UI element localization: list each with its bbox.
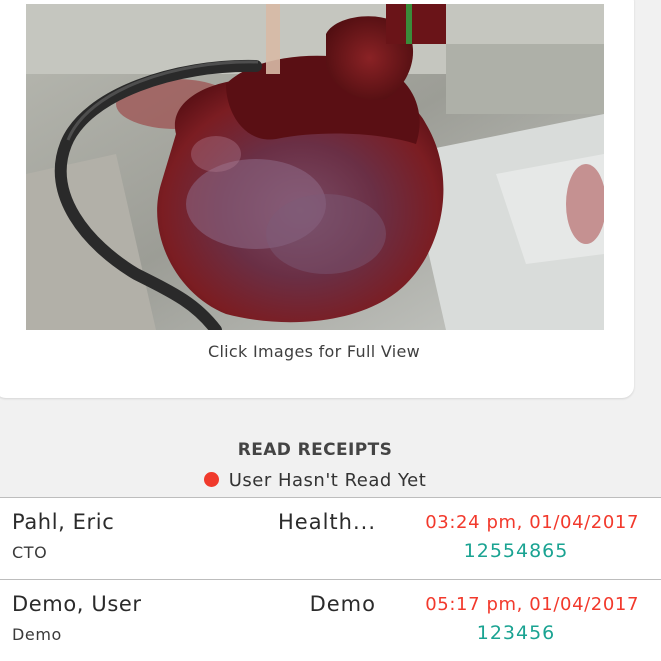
read-receipts-heading: READ RECEIPTS bbox=[237, 440, 393, 460]
read-timestamp: 05:17 pm, 01/04/2017 bbox=[425, 594, 639, 615]
recipient-name: Demo, User bbox=[12, 592, 142, 616]
receipt-row[interactable]: Pahl, Eric CTO Health... 03:24 pm, 01/04… bbox=[0, 497, 661, 580]
recipient-id: 123456 bbox=[476, 622, 556, 644]
recipient-department: Health... bbox=[278, 510, 376, 534]
recipient-name: Pahl, Eric bbox=[12, 510, 115, 534]
recipient-title: Demo bbox=[12, 625, 62, 644]
recipient-department: Demo bbox=[309, 592, 376, 616]
image-card: Click Images for Full View bbox=[0, 0, 634, 398]
message-detail-screen: Click Images for Full View READ RECEIPTS… bbox=[0, 0, 661, 661]
attached-image[interactable] bbox=[26, 4, 604, 330]
unread-dot-icon bbox=[203, 472, 219, 487]
read-status-legend: User Hasn't Read Yet bbox=[0, 470, 630, 491]
recipient-title: CTO bbox=[12, 543, 48, 562]
recipient-id: 12554865 bbox=[463, 540, 569, 562]
legend-label: User Hasn't Read Yet bbox=[228, 470, 427, 491]
image-caption: Click Images for Full View bbox=[207, 342, 421, 361]
read-timestamp: 03:24 pm, 01/04/2017 bbox=[425, 512, 639, 533]
receipt-row[interactable]: Demo, User Demo Demo 05:17 pm, 01/04/201… bbox=[0, 579, 661, 661]
